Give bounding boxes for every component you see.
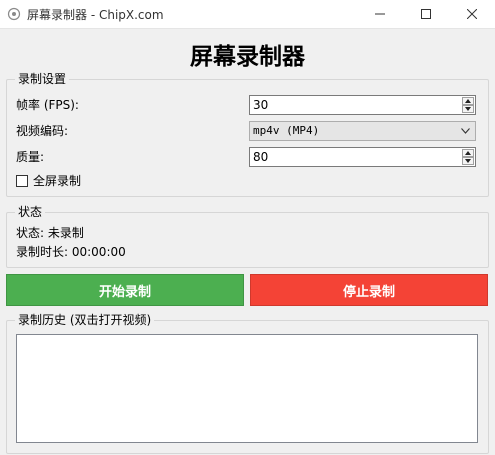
close-icon <box>467 9 477 19</box>
quality-decrement-button[interactable] <box>462 157 474 165</box>
fps-spin-arrows[interactable] <box>462 97 474 113</box>
status-group-legend: 状态 <box>15 205 46 219</box>
stop-recording-button[interactable]: 停止录制 <box>250 274 488 306</box>
arrow-down-icon <box>465 107 471 111</box>
codec-select[interactable]: mp4v (MP4) <box>249 121 476 141</box>
start-recording-label: 开始录制 <box>98 284 151 300</box>
status-text: 状态: 未录制 <box>16 226 84 240</box>
arrow-up-icon <box>465 151 471 155</box>
close-button[interactable] <box>449 0 495 28</box>
fps-spinbox[interactable] <box>249 95 476 115</box>
window-title: 屏幕录制器 - ChipX.com <box>27 8 164 22</box>
stop-recording-label: 停止录制 <box>342 284 395 300</box>
arrow-up-icon <box>465 99 471 103</box>
fps-decrement-button[interactable] <box>462 105 474 113</box>
duration-text: 录制时长: 00:00:00 <box>16 245 126 259</box>
quality-input[interactable] <box>250 148 453 166</box>
quality-label: 质量: <box>16 150 45 164</box>
fps-increment-button[interactable] <box>462 97 474 105</box>
quality-spinbox[interactable] <box>249 147 476 167</box>
status-group: 状态 <box>6 205 489 268</box>
settings-group-legend: 录制设置 <box>15 72 70 86</box>
title-bar: 屏幕录制器 - ChipX.com <box>0 0 495 29</box>
app-icon <box>7 7 21 21</box>
fullscreen-label[interactable]: 全屏录制 <box>33 174 81 188</box>
minimize-button[interactable] <box>357 0 403 28</box>
quality-spin-arrows[interactable] <box>462 149 474 165</box>
codec-selected-value: mp4v (MP4) <box>253 124 320 137</box>
fps-input[interactable] <box>250 96 453 114</box>
quality-increment-button[interactable] <box>462 149 474 157</box>
chevron-down-icon <box>461 128 470 134</box>
fullscreen-checkbox[interactable] <box>16 175 28 187</box>
history-group-legend: 录制历史 (双击打开视频) <box>15 313 155 327</box>
fps-label: 帧率 (FPS): <box>16 98 79 112</box>
minimize-icon <box>375 13 385 15</box>
maximize-button[interactable] <box>403 0 449 28</box>
codec-label: 视频编码: <box>16 124 69 138</box>
maximize-icon <box>421 9 431 19</box>
history-list[interactable] <box>16 334 478 443</box>
start-recording-button[interactable]: 开始录制 <box>6 274 244 306</box>
app-heading: 屏幕录制器 <box>190 43 305 70</box>
arrow-down-icon <box>465 159 471 163</box>
